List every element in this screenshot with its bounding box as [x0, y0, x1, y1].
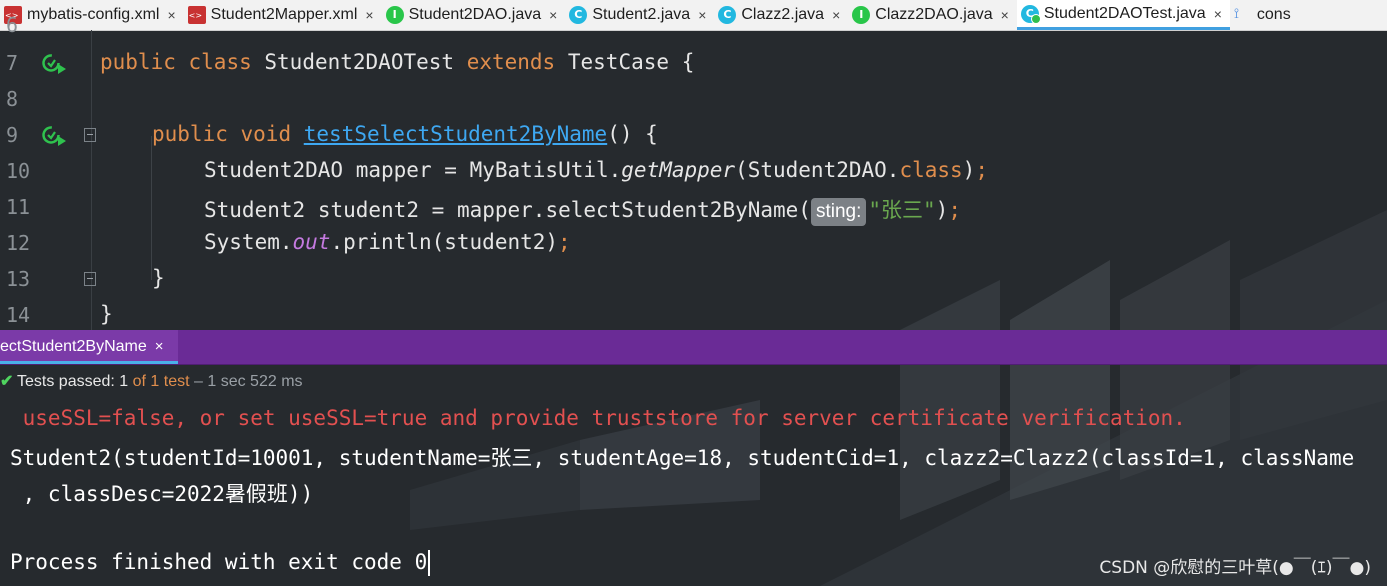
check-icon: ✔ [0, 373, 14, 390]
code-line-9: 9 public void testSelectStudent2ByName()… [0, 118, 1387, 154]
line-number: 12 [6, 231, 31, 255]
console-output-line: Student2(studentId=10001, studentName=张三… [10, 446, 1355, 470]
line-number: 6 [6, 13, 19, 37]
test-status-text: Tests passed: 1 of 1 test – 1 sec 522 ms [17, 373, 303, 390]
fold-toggle-icon[interactable] [84, 272, 96, 286]
watermark-text: CSDN @欣慰的三叶草(●￣(ｴ)￣●) [1099, 558, 1371, 578]
console-exit-line: Process finished with exit code 0 [10, 550, 431, 576]
code-line-11: 11 Student2 student2 = mapper.selectStud… [0, 190, 1387, 226]
code-text: } [100, 302, 113, 326]
console-output[interactable]: useSSL=false, or set useSSL=true and pro… [0, 400, 1387, 586]
code-line-6: 6 [0, 8, 1387, 44]
line-number: 13 [6, 267, 31, 291]
run-test-icon[interactable] [42, 126, 68, 146]
code-line-13: 13 } [0, 262, 1387, 298]
code-text: Student2 student2 = mapper.selectStudent… [204, 194, 961, 226]
text-cursor [428, 550, 431, 576]
code-line-8: 8 [0, 82, 1387, 118]
run-tab-label: ectStudent2ByName [0, 338, 147, 355]
parameter-hint: sting: [810, 198, 867, 226]
code-text: public class Student2DAOTest extends Tes… [100, 50, 695, 74]
code-text: public void testSelectStudent2ByName() { [152, 122, 658, 146]
run-tool-window-bar: ectStudent2ByName × [0, 330, 1387, 365]
line-number: 7 [6, 51, 19, 75]
fold-toggle-icon[interactable] [84, 128, 96, 142]
run-test-icon[interactable] [42, 54, 68, 74]
close-icon[interactable]: × [155, 338, 164, 355]
line-number: 8 [6, 87, 19, 111]
test-status-bar: ✔ Tests passed: 1 of 1 test – 1 sec 522 … [0, 364, 1387, 400]
console-output-line: , classDesc=2022暑假班)) [10, 482, 314, 506]
line-number: 14 [6, 303, 31, 327]
method-name-link[interactable]: testSelectStudent2ByName [304, 122, 607, 146]
code-line-7: 7 public class Student2DAOTest extends T… [0, 46, 1387, 82]
code-text: System.out.println(student2); [204, 230, 571, 254]
line-number: 9 [6, 123, 19, 147]
code-line-10: 10 Student2DAO mapper = MyBatisUtil.getM… [0, 154, 1387, 190]
console-warning-line: useSSL=false, or set useSSL=true and pro… [10, 406, 1186, 430]
code-text: Student2DAO mapper = MyBatisUtil.getMapp… [204, 158, 988, 182]
code-text: } [152, 266, 165, 290]
code-line-14: 14 } [0, 298, 1387, 334]
run-tab[interactable]: ectStudent2ByName × [0, 330, 178, 364]
code-line-12: 12 System.out.println(student2); [0, 226, 1387, 262]
code-editor[interactable]: 6 7 public class Student2DAOTest extends… [0, 13, 1387, 330]
line-number: 10 [6, 159, 31, 183]
line-number: 11 [6, 195, 31, 219]
